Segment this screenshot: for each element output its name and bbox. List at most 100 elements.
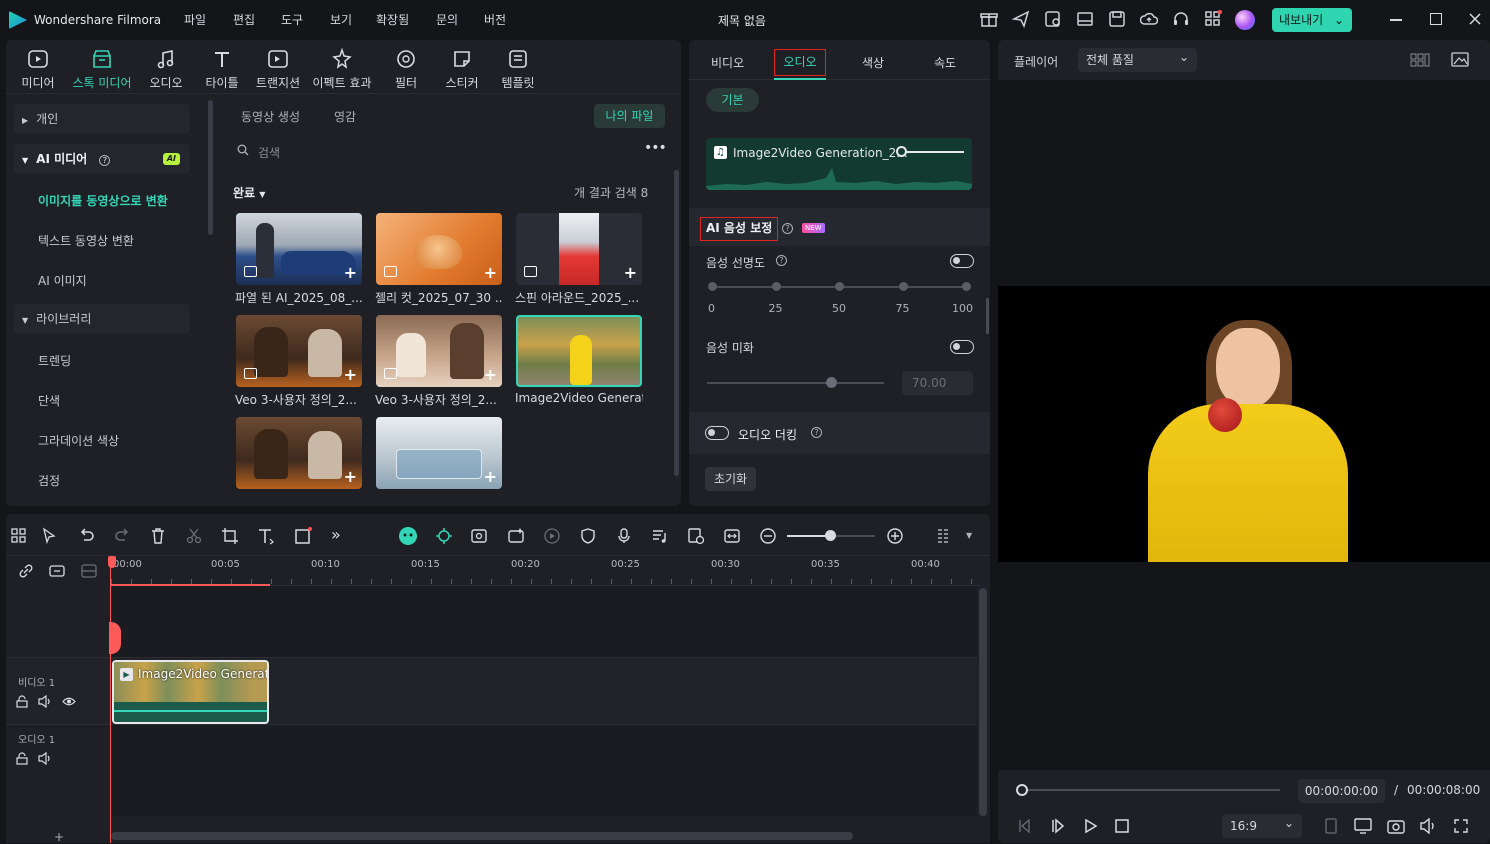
tab-stickers[interactable]: 스티커 [434,46,490,91]
delete-icon[interactable] [149,527,167,545]
undo-icon[interactable] [78,527,96,545]
sidebar-item-ai-media[interactable]: ▼ AI 미디어 ? AI [14,144,190,174]
add-icon[interactable]: + [484,265,497,281]
shape-icon[interactable] [294,527,312,545]
voice-clarity-toggle[interactable] [950,254,974,268]
menu-file[interactable]: 파일 [184,11,206,28]
cut-icon[interactable] [185,527,203,545]
subtab-generate-video[interactable]: 동영상 생성 [241,108,300,125]
play-icon[interactable] [1083,818,1099,834]
menu-tools[interactable]: 도구 [281,11,303,28]
media-thumb[interactable]: + [236,417,362,489]
tab-stock-media[interactable]: 스톡 미디어 [66,46,138,91]
crop-icon[interactable] [221,527,239,545]
current-time-field[interactable]: 00:00:00:00 [1298,779,1385,803]
clarity-stop[interactable] [962,282,971,291]
gift-icon[interactable] [980,10,998,28]
help-icon[interactable]: ? [811,427,822,438]
media-thumb[interactable]: + [236,213,362,285]
menu-view[interactable]: 보기 [330,11,352,28]
tab-transitions[interactable]: 트랜지션 [250,46,306,91]
add-track-button[interactable]: + [54,830,64,844]
display-icon[interactable] [1354,818,1372,834]
speaker-icon[interactable] [38,695,52,708]
zoom-slider-knob[interactable] [825,530,836,541]
ai-assistant-icon[interactable] [398,526,418,546]
lock-icon[interactable] [16,752,28,765]
tab-speed[interactable]: 속도 [934,54,956,71]
add-icon[interactable]: + [484,469,497,485]
auto-highlight-icon[interactable] [435,527,453,545]
seek-knob[interactable] [1016,784,1028,796]
zoom-in-icon[interactable] [886,527,904,545]
menu-help[interactable]: 문의 [436,11,458,28]
media-thumb[interactable]: + [516,213,642,285]
ai-effect-icon[interactable] [507,527,525,545]
media-thumb[interactable]: + [376,417,502,489]
video-clip[interactable]: ▶ Image2Video Generati... [112,660,269,724]
sidebar-item-gradient[interactable]: 그라데이션 색상 [38,432,119,449]
beautify-slider-knob[interactable] [825,377,837,388]
sidebar-item-image-to-video[interactable]: 이미지를 동영상으로 변환 [38,192,168,209]
voice-beautify-toggle[interactable] [950,340,974,354]
basic-chip[interactable]: 기본 [706,88,759,112]
tab-color[interactable]: 색상 [862,54,884,71]
snapshot-icon[interactable] [1387,818,1405,834]
tab-audio[interactable]: 오디오 [138,46,194,91]
layout-grid-icon[interactable] [10,527,28,545]
sidebar-item-library[interactable]: ▼ 라이브러리 [14,304,190,334]
media-thumb[interactable]: + [376,213,502,285]
media-thumb[interactable]: + [376,315,502,387]
lock-icon[interactable] [16,695,28,708]
my-files-button[interactable]: 나의 파일 [594,104,665,128]
marker-icon[interactable] [1324,818,1338,834]
add-track-icon[interactable] [48,563,66,579]
microphone-icon[interactable] [615,527,633,545]
export-button[interactable]: 내보내기 ⌄ [1272,8,1352,32]
quality-select[interactable]: 전체 품질 ⌄ [1078,48,1197,72]
link-icon[interactable] [18,563,34,579]
redo-icon[interactable] [113,527,131,545]
layout-icon[interactable] [1076,10,1094,28]
help-icon[interactable]: ? [99,155,111,166]
more-tools-icon[interactable]: » [331,525,341,544]
volume-icon[interactable] [1419,818,1437,834]
audio-edit-icon[interactable] [651,527,669,545]
cloud-doc-icon[interactable] [1044,10,1062,28]
motion-tracking-icon[interactable] [470,527,488,545]
image-icon[interactable] [1451,52,1469,67]
clarity-stop[interactable] [898,282,908,291]
track-manager-icon[interactable] [80,563,98,579]
track-menu-icon[interactable] [936,527,954,545]
playhead-handle[interactable] [108,556,116,568]
headset-icon[interactable] [1172,10,1190,28]
apps-grid-icon[interactable] [1204,10,1222,28]
tab-effects[interactable]: 이펙트 효과 [306,46,378,91]
clarity-stop[interactable] [708,282,717,291]
volume-slider-knob[interactable] [896,146,907,157]
add-icon[interactable]: + [344,469,357,485]
aspect-ratio-select[interactable]: 16:9 ⌄ [1222,814,1302,838]
fit-timeline-icon[interactable] [723,527,741,545]
sidebar-item-text-to-video[interactable]: 텍스트 동영상 변환 [38,232,134,249]
timeline-vscrollbar[interactable] [979,588,987,816]
properties-scrollbar[interactable] [986,298,989,334]
sidebar-item-solid[interactable]: 단색 [38,392,60,409]
tab-video[interactable]: 비디오 [711,54,744,71]
search-input[interactable]: 검색 [258,144,280,161]
seek-bar[interactable] [1022,789,1280,791]
save-icon[interactable] [1108,10,1126,28]
shield-icon[interactable] [579,527,597,545]
next-frame-icon[interactable] [1050,818,1066,834]
sidebar-scrollbar[interactable] [208,100,213,235]
minimize-button[interactable] [1390,19,1402,21]
tab-templates[interactable]: 템플릿 [490,46,546,91]
caret-down-icon[interactable]: ▼ [966,531,972,540]
cloud-upload-icon[interactable] [1140,10,1158,28]
tab-media[interactable]: 미디어 [10,46,66,91]
avatar[interactable] [1235,10,1255,30]
subtab-inspiration[interactable]: 영감 [334,108,356,125]
speaker-icon[interactable] [38,752,52,765]
timeline-hscrollbar[interactable] [111,832,853,840]
tab-titles[interactable]: 타이틀 [194,46,250,91]
